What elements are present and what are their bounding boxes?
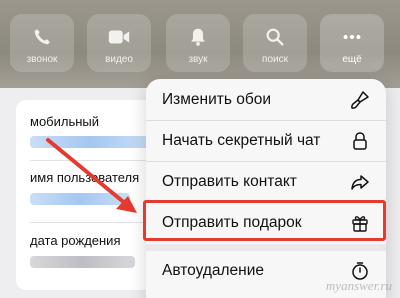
watermark: myanswer.ru bbox=[325, 278, 392, 293]
menu-item-label: Начать секретный чат bbox=[162, 132, 321, 149]
menu-item-secret-chat[interactable]: Начать секретный чат bbox=[146, 121, 386, 161]
menu-item-change-wallpaper[interactable]: Изменить обои bbox=[146, 80, 386, 120]
menu-item-label: Отправить контакт bbox=[162, 173, 297, 190]
menu-item-send-contact[interactable]: Отправить контакт bbox=[146, 162, 386, 202]
lock-icon bbox=[353, 132, 367, 150]
brush-icon bbox=[351, 91, 369, 109]
highlight-box bbox=[143, 200, 386, 241]
more-context-menu: Изменить обои Начать секретный чат Отпра… bbox=[146, 79, 386, 298]
share-icon bbox=[351, 175, 369, 190]
menu-item-label: Автоудаление bbox=[162, 262, 265, 279]
menu-section-gap bbox=[146, 244, 386, 251]
contact-profile-screen: звонок видео звук поиск ещё мобильный им… bbox=[0, 0, 400, 298]
menu-item-label: Изменить обои bbox=[162, 91, 271, 108]
